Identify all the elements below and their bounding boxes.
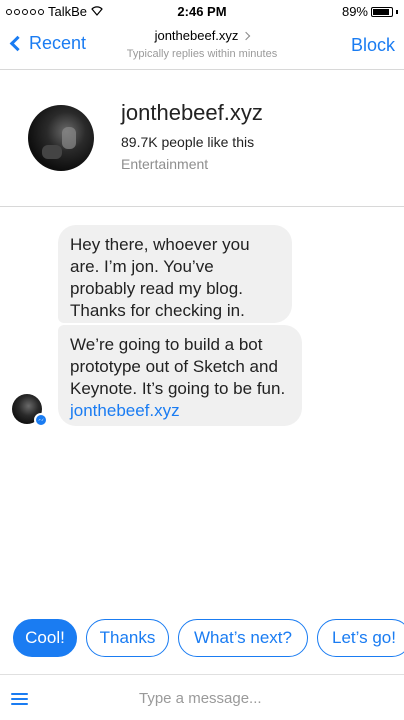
message-input[interactable] — [139, 687, 379, 709]
chevron-right-icon — [242, 31, 251, 40]
quick-reply-whats-next[interactable]: What’s next? — [178, 619, 308, 657]
status-right: 89% — [342, 4, 398, 19]
battery-tip — [396, 9, 398, 14]
message-bubble: Hey there, whoever you are. I’m jon. You… — [58, 225, 292, 323]
battery-icon — [371, 6, 393, 17]
message-bubble: We’re going to build a bot prototype out… — [58, 325, 302, 426]
message-text: We’re going to build a bot prototype out… — [70, 335, 286, 398]
page-avatar[interactable] — [28, 105, 94, 171]
quick-reply-lets-go[interactable]: Let’s go! — [317, 619, 404, 657]
page-profile-card: jonthebeef.xyz 89.7K people like this En… — [0, 70, 404, 207]
page-name: jonthebeef.xyz — [121, 100, 263, 125]
quick-replies: Cool! Thanks What’s next? Let’s go! — [13, 619, 404, 657]
quick-reply-cool[interactable]: Cool! — [13, 619, 77, 657]
conversation-header[interactable]: jonthebeef.xyz Typically replies within … — [100, 27, 304, 60]
back-label: Recent — [29, 33, 87, 53]
conversation-title: jonthebeef.xyz — [154, 28, 239, 43]
message-composer — [0, 674, 404, 720]
menu-icon[interactable] — [11, 693, 28, 705]
page-likes: 89.7K people like this — [121, 134, 255, 150]
page-category: Entertainment — [121, 156, 209, 172]
battery-percent: 89% — [341, 4, 368, 19]
status-bar: TalkBe 2:46 PM 89% — [0, 0, 404, 22]
conversation-title-row: jonthebeef.xyz — [154, 28, 251, 43]
block-button[interactable]: Block — [351, 35, 395, 56]
quick-reply-thanks[interactable]: Thanks — [86, 619, 169, 657]
message-text: Hey there, whoever you are. I’m jon. You… — [70, 235, 250, 320]
message-link[interactable]: jonthebeef.xyz — [70, 401, 180, 420]
battery-fill — [373, 8, 390, 15]
response-time-subtitle: Typically replies within minutes — [126, 48, 278, 60]
messenger-badge-icon — [34, 413, 48, 427]
navigation-bar: Recent jonthebeef.xyz Typically replies … — [0, 22, 404, 70]
back-button[interactable]: Recent — [8, 33, 86, 54]
chevron-left-icon — [9, 35, 26, 52]
